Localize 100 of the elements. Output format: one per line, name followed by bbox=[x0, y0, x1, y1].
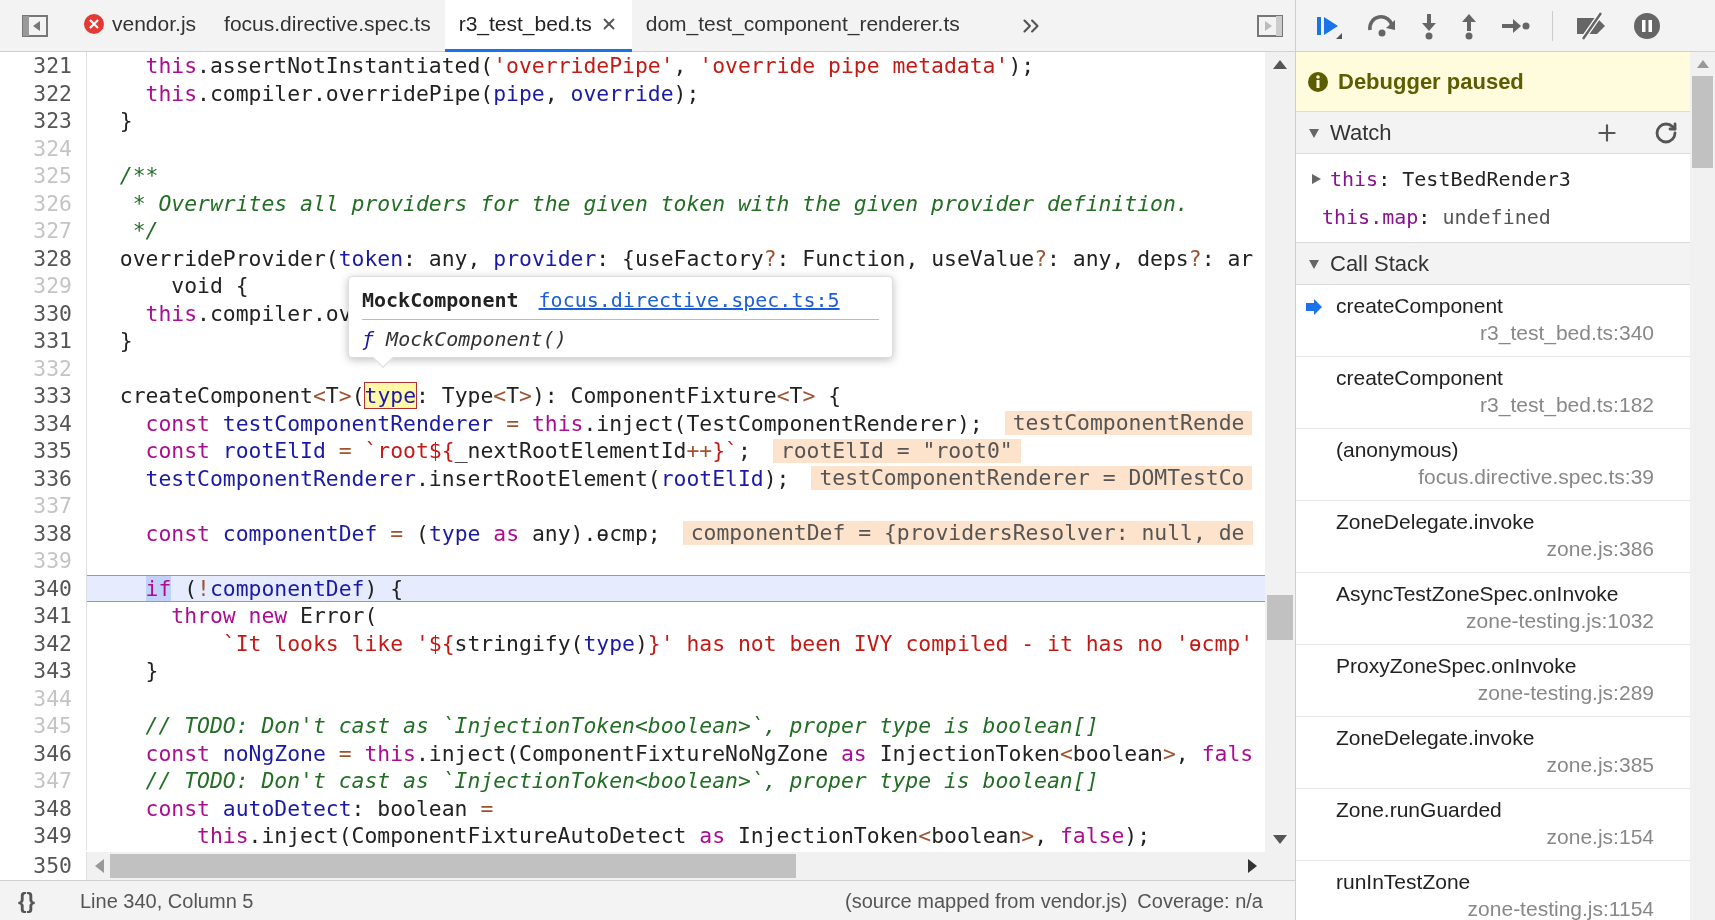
inline-value: componentDef = {providersResolver: null, de bbox=[682, 521, 1253, 546]
frame-name: ZoneDelegate.invoke bbox=[1336, 725, 1536, 751]
frame-location[interactable]: zone-testing.js:1032 bbox=[1336, 607, 1654, 635]
frame-location[interactable]: zone-testing.js:1154 bbox=[1336, 895, 1654, 920]
code-line: `It looks like '${stringify(type)}' has not been IVY compiled - it has no 'ɵcmp' bbox=[221, 629, 1254, 657]
step-into-icon[interactable] bbox=[1420, 11, 1438, 40]
inline-value: rootElId = "root0" bbox=[772, 438, 1021, 463]
line-number[interactable]: 321 bbox=[33, 53, 72, 78]
line-number[interactable]: 349 bbox=[33, 823, 72, 848]
code-line: } bbox=[118, 327, 133, 355]
code-line: // TODO: Don't cast as `InjectionToken<boolean>`, proper type is boolean[] bbox=[144, 712, 1099, 740]
line-number[interactable]: 328 bbox=[33, 245, 72, 271]
source-map-info[interactable]: (source mapped from vendor.js) bbox=[845, 885, 1128, 916]
code-line: // TODO: Don't cast as `InjectionToken<boolean>`, proper type is boolean[] bbox=[144, 767, 1099, 795]
code-line: this.assertNotInstantiated('overridePipe', 'override pipe metadata'); bbox=[144, 52, 1035, 80]
scroll-down-icon[interactable] bbox=[1273, 835, 1287, 844]
line-number[interactable]: 341 bbox=[33, 603, 72, 628]
code-line: } bbox=[118, 107, 133, 135]
code-line: /** bbox=[118, 162, 159, 190]
code-line: * Overwrites all providers for the given token with the given provider definition. bbox=[131, 189, 1189, 217]
line-number[interactable]: 348 bbox=[33, 795, 72, 821]
frame-location[interactable]: zone.js:386 bbox=[1336, 535, 1654, 563]
line-number[interactable]: 333 bbox=[33, 383, 72, 408]
inline-value: testComponentRende bbox=[1004, 411, 1253, 436]
code-line: const rootElId = `root${_nextRootElementId++}`; bbox=[144, 437, 751, 465]
frame-name: ZoneDelegate.invoke bbox=[1336, 509, 1536, 535]
frame-name: createComponent bbox=[1336, 293, 1504, 319]
source-link[interactable]: focus.directive.spec.ts:5 bbox=[538, 285, 840, 315]
code-line: } bbox=[144, 657, 159, 685]
vertical-scrollbar[interactable] bbox=[1690, 52, 1715, 920]
frame-name: (anonymous) bbox=[1336, 437, 1460, 463]
line-number[interactable]: 334 bbox=[33, 410, 72, 436]
horizontal-scrollbar[interactable] bbox=[87, 852, 1265, 880]
frame-name: createComponent bbox=[1336, 365, 1504, 391]
expand-arrow-icon[interactable] bbox=[1308, 257, 1320, 270]
line-number[interactable]: 340 bbox=[33, 575, 72, 601]
watch-expression[interactable]: this.map: undefined bbox=[1322, 202, 1551, 232]
code-line: const testComponentRenderer = this.inject(TestComponentRenderer); bbox=[144, 409, 983, 437]
section-header[interactable]: Watch bbox=[1296, 112, 1690, 154]
section-header[interactable]: Call Stack bbox=[1296, 243, 1690, 285]
vertical-scrollbar[interactable] bbox=[1265, 52, 1295, 852]
frame-name: ProxyZoneSpec.onInvoke bbox=[1336, 653, 1578, 679]
cursor-position: Line 340, Column 5 bbox=[80, 888, 254, 914]
watch-expression[interactable]: this: TestBedRender3 bbox=[1330, 164, 1571, 194]
line-number[interactable]: 335 bbox=[33, 438, 72, 463]
line-number[interactable]: 346 bbox=[33, 740, 72, 766]
line-number[interactable]: 342 bbox=[33, 630, 72, 656]
panel-toggle-icon[interactable] bbox=[22, 14, 48, 37]
code-line: const componentDef = (type as any).ɵcmp; bbox=[144, 519, 661, 547]
line-number[interactable]: 322 bbox=[33, 80, 72, 106]
file-tab[interactable]: r3_test_bed.ts bbox=[444, 0, 632, 52]
banner-text: Debugger paused bbox=[1338, 68, 1524, 96]
line-number[interactable]: 336 bbox=[33, 465, 72, 491]
scrollbar-thumb[interactable] bbox=[1267, 595, 1293, 640]
file-tab[interactable]: dom_test_component_renderer.ts bbox=[631, 0, 974, 52]
info-icon bbox=[1308, 71, 1328, 92]
popup-title: MockComponent bbox=[362, 287, 519, 314]
code-line: testComponentRenderer.insertRootElement(rootElId); bbox=[144, 464, 790, 492]
code-line: void { bbox=[170, 272, 249, 300]
step-icon[interactable] bbox=[1500, 16, 1530, 35]
pretty-print-button[interactable]: {} bbox=[18, 884, 58, 917]
frame-location[interactable]: r3_test_bed.ts:340 bbox=[1336, 319, 1654, 347]
scroll-right-icon[interactable] bbox=[1248, 859, 1257, 873]
inline-value: testComponentRenderer = DOMTestCo bbox=[811, 466, 1253, 491]
line-number[interactable]: 343 bbox=[33, 658, 72, 683]
frame-location[interactable]: zone-testing.js:289 bbox=[1336, 679, 1654, 707]
code-line: this.compiler.overridePipe(pipe, override); bbox=[144, 79, 700, 107]
line-number[interactable]: 323 bbox=[33, 108, 72, 133]
code-line: throw new Error( bbox=[170, 602, 378, 630]
code-line: if (!componentDef) { bbox=[144, 575, 404, 601]
frame-name: runInTestZone bbox=[1336, 869, 1472, 895]
refresh-icon[interactable] bbox=[1654, 120, 1678, 145]
function-signature: ƒ MockComponent() bbox=[362, 326, 568, 353]
panel-toggle-icon[interactable] bbox=[1257, 14, 1283, 37]
file-tab[interactable]: vendor.js bbox=[70, 0, 211, 52]
code-line: const noNgZone = this.inject(ComponentFixtureNoNgZone as InjectionToken<boolean>, fals bbox=[144, 739, 1254, 767]
scroll-up-icon[interactable] bbox=[1273, 60, 1287, 69]
code-line: */ bbox=[131, 217, 159, 245]
frame-location[interactable]: r3_test_bed.ts:182 bbox=[1336, 391, 1654, 419]
scrollbar-thumb[interactable] bbox=[1692, 76, 1713, 168]
line-number[interactable]: 350 bbox=[33, 853, 72, 878]
line-number[interactable]: 338 bbox=[33, 520, 72, 546]
code-line: overrideProvider(token: any, provider: {useFactory?: Function, useValue?: any, deps?: ar bbox=[118, 244, 1254, 272]
line-number[interactable]: 330 bbox=[33, 300, 72, 326]
code-line: this.compiler.ov bbox=[144, 299, 352, 327]
frame-location[interactable]: zone.js:385 bbox=[1336, 751, 1654, 779]
step-over-icon[interactable] bbox=[1366, 13, 1398, 38]
code-line: const autoDetect: boolean = bbox=[144, 794, 494, 822]
frame-name: AsyncTestZoneSpec.onInvoke bbox=[1336, 581, 1620, 607]
frame-name: Zone.runGuarded bbox=[1336, 797, 1503, 823]
expand-arrow-icon[interactable] bbox=[1310, 173, 1322, 185]
code-line: this.inject(ComponentFixtureAutoDetect as InjectionToken<boolean>, false); bbox=[196, 822, 1151, 850]
line-number[interactable]: 331 bbox=[33, 328, 72, 353]
frame-location[interactable]: zone.js:154 bbox=[1336, 823, 1654, 851]
frame-location[interactable]: focus.directive.spec.ts:39 bbox=[1336, 463, 1654, 491]
code-line: createComponent<T>(type: Type<T>): ComponentFixture<T> { bbox=[118, 382, 842, 410]
scrollbar-thumb[interactable] bbox=[110, 854, 796, 878]
expand-arrow-icon[interactable] bbox=[1308, 126, 1320, 139]
file-tab[interactable]: focus.directive.spec.ts bbox=[210, 0, 445, 52]
pause-on-exceptions-icon[interactable] bbox=[1633, 11, 1661, 40]
